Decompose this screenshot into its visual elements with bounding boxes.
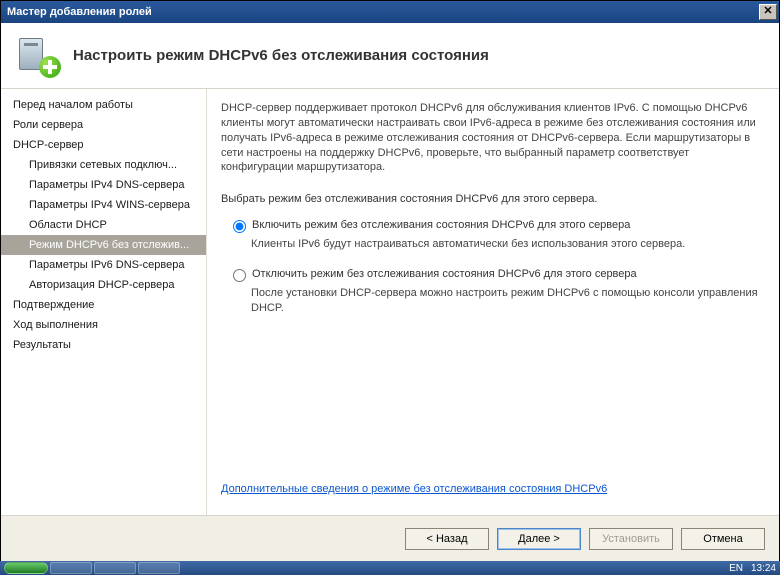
nav-item[interactable]: DHCP-сервер — [1, 135, 206, 155]
close-button[interactable]: ✕ — [759, 4, 777, 20]
prompt-text: Выбрать режим без отслеживания состояния… — [221, 193, 761, 205]
page-heading: Настроить режим DHCPv6 без отслеживания … — [73, 47, 489, 64]
radio-disable-label[interactable]: Отключить режим без отслеживания состоян… — [252, 268, 637, 280]
cancel-button[interactable]: Отмена — [681, 528, 765, 550]
nav-item[interactable]: Области DHCP — [1, 215, 206, 235]
start-button[interactable] — [4, 562, 48, 574]
wizard-body: Перед началом работыРоли сервераDHCP-сер… — [1, 89, 779, 515]
taskbar-app-1[interactable] — [50, 562, 92, 574]
taskbar-app-2[interactable] — [94, 562, 136, 574]
nav-item[interactable]: Привязки сетевых подключ... — [1, 155, 206, 175]
wizard-footer: < Назад Далее > Установить Отмена — [1, 515, 779, 561]
nav-item[interactable]: Режим DHCPv6 без отслежив... — [1, 235, 206, 255]
radio-disable[interactable] — [233, 269, 246, 282]
wizard-window: Мастер добавления ролей ✕ Настроить режи… — [0, 0, 780, 562]
wizard-content: DHCP-сервер поддерживает протокол DHCPv6… — [207, 89, 779, 515]
lang-indicator[interactable]: EN — [729, 563, 743, 574]
nav-item[interactable]: Параметры IPv6 DNS-сервера — [1, 255, 206, 275]
window-title: Мастер добавления ролей — [7, 6, 152, 18]
taskbar-app-3[interactable] — [138, 562, 180, 574]
nav-item[interactable]: Авторизация DHCP-сервера — [1, 275, 206, 295]
description-text: DHCP-сервер поддерживает протокол DHCPv6… — [221, 101, 761, 175]
nav-item[interactable]: Параметры IPv4 WINS-сервера — [1, 195, 206, 215]
taskbar-tray: EN 13:24 — [729, 563, 776, 574]
nav-item[interactable]: Ход выполнения — [1, 315, 206, 335]
install-button[interactable]: Установить — [589, 528, 673, 550]
next-button[interactable]: Далее > — [497, 528, 581, 550]
taskbar[interactable]: EN 13:24 — [0, 561, 780, 575]
server-add-icon — [19, 36, 59, 76]
help-link[interactable]: Дополнительные сведения о режиме без отс… — [221, 483, 607, 495]
wizard-header: Настроить режим DHCPv6 без отслеживания … — [1, 23, 779, 89]
radio-disable-sub: После установки DHCP-сервера можно настр… — [251, 286, 761, 316]
clock[interactable]: 13:24 — [751, 563, 776, 574]
wizard-nav: Перед началом работыРоли сервераDHCP-сер… — [1, 89, 207, 515]
titlebar: Мастер добавления ролей ✕ — [1, 1, 779, 23]
radio-enable[interactable] — [233, 220, 246, 233]
taskbar-left — [4, 562, 180, 574]
option-disable[interactable]: Отключить режим без отслеживания состоян… — [233, 268, 761, 282]
nav-item[interactable]: Результаты — [1, 335, 206, 355]
radio-enable-label[interactable]: Включить режим без отслеживания состояни… — [252, 219, 630, 231]
back-button[interactable]: < Назад — [405, 528, 489, 550]
radio-enable-sub: Клиенты IPv6 будут настраиваться автомат… — [251, 237, 761, 252]
nav-item[interactable]: Роли сервера — [1, 115, 206, 135]
nav-item[interactable]: Параметры IPv4 DNS-сервера — [1, 175, 206, 195]
option-enable[interactable]: Включить режим без отслеживания состояни… — [233, 219, 761, 233]
nav-item[interactable]: Подтверждение — [1, 295, 206, 315]
nav-item[interactable]: Перед началом работы — [1, 95, 206, 115]
